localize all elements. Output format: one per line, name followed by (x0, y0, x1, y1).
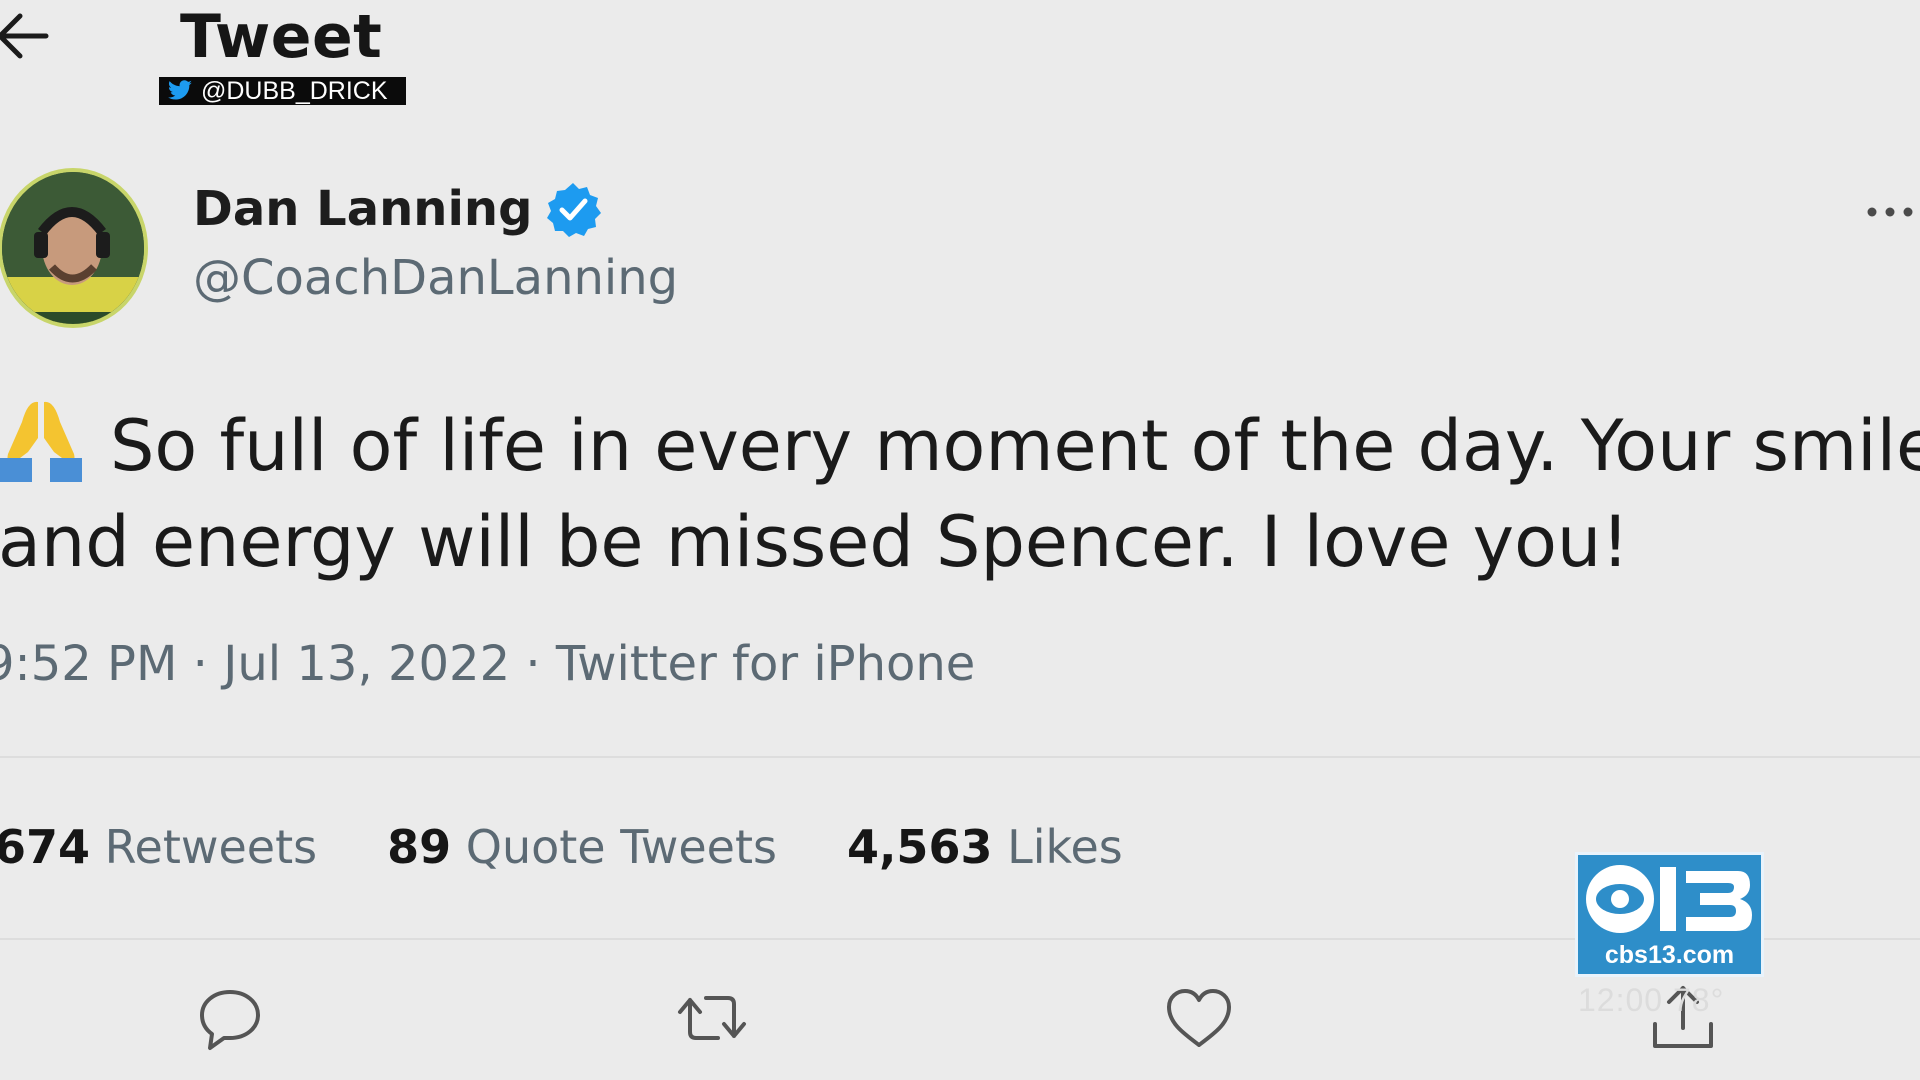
retweets-stat[interactable]: 674 Retweets (0, 820, 317, 874)
likes-count: 4,563 (846, 820, 993, 874)
quote-tweets-count: 89 (387, 820, 452, 874)
folded-hands-emoji (0, 401, 82, 482)
tweet-text-line-1-text: So full of life in every moment of the d… (110, 405, 1920, 487)
cbs13-logo-mark (1586, 865, 1752, 933)
meta-separator: · (192, 636, 208, 692)
page-title: Tweet (180, 2, 383, 72)
tweet-text-line-2: and energy will be missed Spencer. I lov… (0, 501, 1630, 583)
time-temp-overlay: 12:00 78° (1578, 982, 1724, 1019)
author-name-row: Dan Lanning (193, 180, 602, 238)
retweet-icon[interactable] (676, 982, 748, 1054)
twitter-bird-icon (167, 80, 192, 100)
quote-tweets-label: Quote Tweets (465, 820, 777, 874)
credit-handle: @DUBB_DRICK (201, 76, 388, 105)
tweet-text: So full of life in every moment of the d… (0, 392, 1920, 590)
tweet-meta: 9:52 PM · Jul 13, 2022 · Twitter for iPh… (0, 636, 975, 692)
verified-badge-icon (547, 183, 602, 237)
retweets-label: Retweets (104, 820, 318, 874)
tweet-source[interactable]: Twitter for iPhone (556, 636, 975, 692)
divider (0, 756, 1920, 758)
station-logo: cbs13.com (1575, 852, 1764, 977)
author-handle[interactable]: @CoachDanLanning (193, 250, 678, 306)
tweet-text-line-1: So full of life in every moment of the d… (0, 392, 1920, 494)
more-icon[interactable] (1864, 200, 1920, 224)
engagement-stats: 674 Retweets 89 Quote Tweets 4,563 Likes (0, 820, 1193, 874)
tweet-date[interactable]: Jul 13, 2022 (223, 636, 510, 692)
quote-tweets-stat[interactable]: 89 Quote Tweets (387, 820, 777, 874)
meta-separator: · (525, 636, 541, 692)
author-name[interactable]: Dan Lanning (193, 181, 532, 237)
source-credit-banner: @DUBB_DRICK (159, 77, 406, 105)
temperature: 78° (1672, 982, 1725, 1018)
back-arrow-icon[interactable] (0, 8, 52, 64)
avatar[interactable] (0, 168, 148, 328)
likes-stat[interactable]: 4,563 Likes (847, 820, 1123, 874)
tweet-time[interactable]: 9:52 PM (0, 636, 177, 692)
clock-time: 12:00 (1578, 982, 1664, 1018)
like-icon[interactable] (1163, 983, 1235, 1055)
retweets-count: 674 (0, 820, 91, 874)
likes-label: Likes (1007, 820, 1123, 874)
reply-icon[interactable] (194, 982, 266, 1054)
station-site: cbs13.com (1604, 941, 1735, 969)
